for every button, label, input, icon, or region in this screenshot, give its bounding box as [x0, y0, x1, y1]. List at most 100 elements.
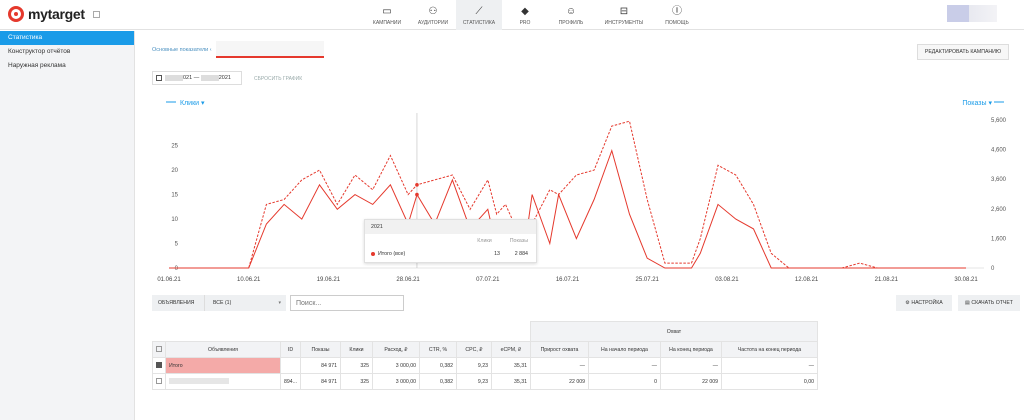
menu-square-icon[interactable]	[92, 10, 100, 18]
col-shows[interactable]: Показы	[299, 341, 341, 358]
row-clicks: 325	[339, 373, 373, 390]
date-from-blur	[165, 75, 183, 81]
sidebar-item-outdoor[interactable]: Наружная реклама	[0, 59, 134, 73]
main-nav: ▭ Кампании ⚇ Аудитории ⟋ Статистика ◆ PRO ☺ П…	[364, 0, 700, 30]
toggle-clicks: Клики ▾	[180, 100, 205, 107]
row-start: 0	[587, 373, 661, 390]
tab-main-metrics[interactable]: Основные показатели	[152, 47, 208, 53]
hover-marker-clicks	[415, 192, 419, 197]
row-checkbox-checked[interactable]	[156, 362, 162, 369]
x-tick-label: 07.07.21	[476, 277, 500, 283]
col-reach-growth[interactable]: Прирост охвата	[529, 341, 589, 358]
logo-text: mytarget	[28, 6, 85, 22]
filter-select[interactable]: все (1) ▾	[204, 295, 286, 311]
x-tick-label: 28.06.21	[396, 277, 420, 283]
group-header-reach: Охват	[529, 321, 818, 342]
row-end: 22 009	[659, 373, 722, 390]
x-tick-label: 19.06.21	[317, 277, 341, 283]
chart-svg: Клики ▾ Показы ▾ 0 5 10 15 20 25 0 1,600 2,600 3,60…	[157, 100, 1007, 283]
main-content: Основные показатели ‹ Редактировать камп…	[136, 31, 1024, 420]
tab-campaign[interactable]	[215, 41, 324, 58]
col-cpc[interactable]: CPC, ₽	[455, 341, 492, 358]
table-row[interactable]: 894... 84 971 325 3 000,00 0,382 9,23 35…	[152, 373, 818, 390]
col-ecpm[interactable]: eCPM, ₽	[490, 341, 531, 358]
tab-separator: ‹	[208, 46, 212, 53]
nav-label: Помощь	[665, 20, 689, 26]
nav-statistics[interactable]: ⟋ Статистика	[456, 0, 502, 30]
row-start: —	[587, 357, 661, 374]
row-freq: —	[720, 357, 818, 374]
sidebar-item-statistics[interactable]: Статистика	[0, 31, 134, 45]
x-tick-label: 21.08.21	[875, 277, 899, 283]
chevron-down-icon: ▾	[278, 300, 281, 306]
table-spacer	[153, 322, 531, 342]
table-row-total[interactable]: Итого 84 971 325 3 000,00 0,382 9,23 35,…	[152, 357, 818, 374]
sidebar: Статистика Конструктор отчётов Наружная …	[0, 31, 135, 420]
monitor-icon: ▭	[382, 6, 392, 17]
avatar[interactable]	[947, 5, 997, 22]
x-tick-label: 01.06.21	[157, 277, 181, 283]
chart-line-icon: ⟋	[475, 6, 483, 17]
chart: Клики ▾ Показы ▾ 0 5 10 15 20 25 0 1,600 2,600 3,60…	[136, 91, 1024, 321]
tooltip-shows: 2 884	[514, 251, 528, 257]
people-icon: ⚇	[428, 6, 438, 17]
date-range-picker[interactable]: 021 — 2021	[152, 71, 242, 85]
y-left-tick-label: 20	[171, 168, 178, 174]
tooltip-row: Итого (все) 13 2 884	[371, 251, 528, 257]
row-cpc: 9,23	[455, 357, 492, 374]
row-name[interactable]	[165, 373, 281, 390]
logo[interactable]: mytarget	[8, 6, 100, 22]
nav-pro[interactable]: ◆ PRO	[502, 0, 548, 30]
col-frequency[interactable]: Частота на конец периода	[720, 341, 818, 358]
nav-help[interactable]: ⓘ Помощь	[654, 0, 700, 30]
download-report-button[interactable]: ▤ Скачать отчет	[958, 295, 1020, 311]
nav-tools[interactable]: ⊟ Инструменты	[594, 0, 654, 30]
help-icon: ⓘ	[672, 6, 682, 17]
select-all-cell[interactable]	[152, 341, 166, 358]
col-clicks[interactable]: Клики	[339, 341, 373, 358]
y-left-tick-label: 10	[171, 217, 178, 223]
top-bar: mytarget ▭ Кампании ⚇ Аудитории ⟋ Статистик…	[0, 0, 1024, 30]
settings-button[interactable]: ⚙ Настройка	[896, 295, 952, 311]
y-right-tick-label: 1,600	[991, 236, 1007, 242]
row-checkbox-cell[interactable]	[152, 373, 166, 390]
nav-audiences[interactable]: ⚇ Аудитории	[410, 0, 456, 30]
filter-count: (1)	[224, 300, 232, 306]
row-clicks: 325	[339, 357, 373, 374]
y-left-tick-label: 5	[175, 242, 179, 248]
row-id	[280, 357, 301, 374]
hover-marker-shows	[415, 183, 419, 187]
nav-profile[interactable]: ☺ Профиль	[548, 0, 594, 30]
x-tick-label: 30.08.21	[954, 277, 978, 283]
y-right-tick-label: 0	[991, 266, 995, 272]
col-reach-start[interactable]: На начало периода	[587, 341, 661, 358]
tooltip-row-label: Итого (все)	[378, 251, 406, 257]
col-reach-end[interactable]: На конец периода	[659, 341, 722, 358]
settings-label: Настройка	[911, 300, 943, 306]
series-line-clicks	[169, 148, 966, 269]
row-checkbox-cell[interactable]	[152, 357, 166, 374]
x-tick-label: 16.07.21	[556, 277, 580, 283]
reset-graph-button[interactable]: Сбросить график	[254, 76, 302, 82]
y-right-tick-label: 5,600	[991, 118, 1007, 124]
row-checkbox[interactable]	[156, 378, 162, 385]
nav-label: Профиль	[558, 20, 584, 26]
row-ctr: 0,382	[418, 357, 457, 374]
x-tick-label: 12.08.21	[795, 277, 819, 283]
search-input[interactable]	[290, 295, 404, 311]
sidebar-item-report-builder[interactable]: Конструктор отчётов	[0, 45, 134, 59]
col-spend[interactable]: Расход, ₽	[371, 341, 420, 358]
nav-label: Инструменты	[604, 20, 644, 26]
edit-campaign-button[interactable]: Редактировать кампанию	[917, 44, 1009, 60]
nav-label: Статистика	[462, 20, 496, 26]
y-left-tick-label: 0	[175, 266, 179, 272]
col-id[interactable]: ID	[280, 341, 301, 358]
select-all-checkbox[interactable]	[156, 346, 162, 353]
nav-campaigns[interactable]: ▭ Кампании	[364, 0, 410, 30]
x-tick-label: 25.07.21	[636, 277, 660, 283]
filter-type-label[interactable]: Объявления	[152, 295, 204, 311]
date-to: 2021	[218, 75, 231, 81]
col-ads[interactable]: Объявления	[165, 341, 281, 358]
col-ctr[interactable]: CTR, %	[418, 341, 457, 358]
series-dot-icon	[371, 252, 375, 256]
